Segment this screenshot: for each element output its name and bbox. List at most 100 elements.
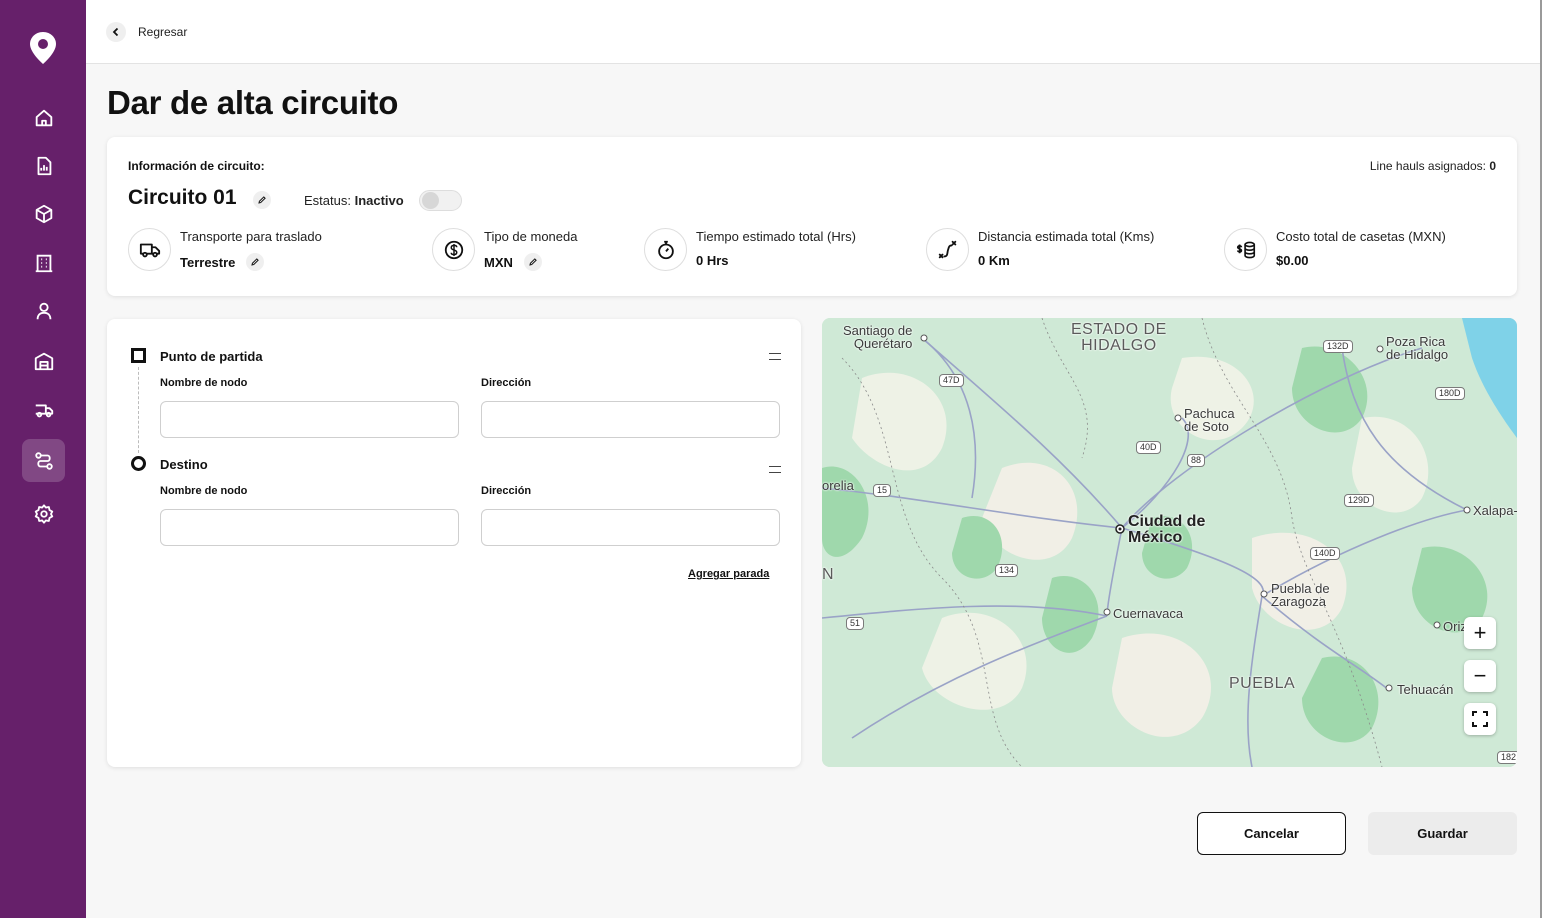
status-label: Estatus: [304,193,351,208]
map-label-cdmx: Ciudad de México [1128,513,1206,546]
origin-node-label: Nombre de nodo [160,377,248,389]
sidebar [0,0,86,918]
linehauls-value: 0 [1489,159,1496,173]
location-pin-logo-icon[interactable] [27,30,59,66]
stat-value: 0 Km [978,253,1010,268]
destination-marker-icon [131,456,146,471]
linehauls-label: Line hauls asignados: [1369,159,1486,173]
origin-title: Punto de partida [160,349,263,364]
pencil-icon [258,196,266,204]
stat-label: Tipo de moneda [484,229,578,244]
highway-shield: 88 [1187,454,1206,467]
top-bar: Regresar [86,0,1542,64]
package-icon [35,204,52,223]
home-icon [35,109,52,126]
stop-connector [138,367,139,453]
sidebar-item-packages[interactable] [22,192,65,235]
map-label-pozarica: Poza Rica de Hidalgo [1386,334,1449,362]
map-label-cuernavaca: Cuernavaca [1113,606,1184,621]
transport-value: Terrestre [180,254,236,270]
map-label-morelia: orelia [822,478,854,493]
destination-node-label: Nombre de nodo [160,485,248,497]
edit-transport-button[interactable] [246,253,265,271]
destination-drag-handle-icon[interactable] [769,466,781,473]
map-label-puebla-state: PUEBLA [1229,675,1296,692]
stat-value: $0.00 [1276,253,1309,268]
report-icon [37,156,51,175]
sidebar-item-users[interactable] [22,289,65,332]
fullscreen-icon [1472,711,1488,727]
origin-address-input[interactable] [481,401,780,438]
highway-shield: 182 [1497,751,1517,764]
route-distance-icon [926,228,969,271]
circuit-info-card: Información de circuito: Line hauls asig… [107,137,1517,296]
sidebar-item-warehouses[interactable] [22,339,65,382]
back-button[interactable]: Regresar [106,22,187,42]
cancel-button[interactable]: Cancelar [1197,812,1346,855]
highway-shield: 180D [1435,387,1465,400]
building-icon [35,254,52,272]
plus-icon: + [1473,620,1487,645]
destination-node-input[interactable] [160,509,459,546]
origin-marker-icon [131,348,146,363]
destination-title: Destino [160,457,208,472]
destination-address-label: Dirección [481,485,532,497]
sidebar-item-settings[interactable] [22,492,65,535]
stat-label: Transporte para traslado [180,229,322,244]
zoom-in-button[interactable]: + [1464,617,1496,649]
map-label-queretaro: Santiago de Querétaro [843,323,913,351]
origin-node-input[interactable] [160,401,459,438]
route-map[interactable]: Santiago de Querétaro ESTADO DE HIDALGO … [822,318,1517,767]
truck-icon [128,228,171,271]
edit-circuit-name-button[interactable] [253,191,271,209]
stat-value: Terrestre [180,253,265,271]
pencil-icon [251,258,260,266]
coins-icon [1224,228,1267,271]
stat-label: Tiempo estimado total (Hrs) [696,229,856,244]
currency-icon [432,228,475,271]
stat-label: Distancia estimada total (Kms) [978,229,1155,244]
route-icon [34,451,53,470]
sidebar-item-home[interactable] [22,96,65,139]
stat-value: MXN [484,253,542,271]
destination-address-input[interactable] [481,509,780,546]
status-toggle[interactable] [419,190,462,211]
sidebar-item-reports[interactable] [22,144,65,187]
fullscreen-button[interactable] [1464,703,1496,735]
map-label-pachuca: Pachuca de Soto [1184,406,1235,434]
edit-currency-button[interactable] [523,253,542,271]
warehouse-icon [34,352,53,370]
route-stops-card: Punto de partida Nombre de nodo Direcció… [107,319,801,767]
highway-shield: 140D [1310,547,1340,560]
highway-shield: 40D [1136,441,1161,454]
map-label-hidalgo: ESTADO DE HIDALGO [1071,321,1167,354]
user-icon [36,302,51,319]
add-stop-link[interactable]: Agregar parada [688,568,769,580]
stopwatch-icon [644,228,687,271]
stat-value: 0 Hrs [696,253,729,268]
status: Estatus: Inactivo [304,193,404,208]
back-label: Regresar [138,25,188,39]
sidebar-item-buildings[interactable] [22,241,65,284]
zoom-out-button[interactable]: − [1464,660,1496,692]
highway-shield: 129D [1344,494,1374,507]
sidebar-item-circuits[interactable] [22,439,65,482]
info-heading: Información de circuito: [128,159,265,173]
save-button[interactable]: Guardar [1368,812,1517,855]
map-label-edge: N [822,566,835,583]
origin-drag-handle-icon[interactable] [769,353,781,360]
origin-address-label: Dirección [481,377,532,389]
sidebar-item-fleet[interactable] [22,388,65,431]
chevron-left-icon [106,22,126,42]
highway-shield: 15 [873,484,892,497]
pencil-icon [529,258,537,266]
map-label-xalapa: Xalapa- [1473,503,1517,518]
minus-icon: − [1473,663,1487,688]
status-value: Inactivo [354,193,404,208]
linehauls-assigned: Line hauls asignados: 0 [1370,159,1496,173]
highway-shield: 134 [995,564,1019,577]
highway-shield: 132D [1323,340,1353,353]
stat-label: Costo total de casetas (MXN) [1276,229,1446,244]
circuit-name: Circuito 01 [128,186,237,209]
truck-fast-icon [35,404,53,417]
